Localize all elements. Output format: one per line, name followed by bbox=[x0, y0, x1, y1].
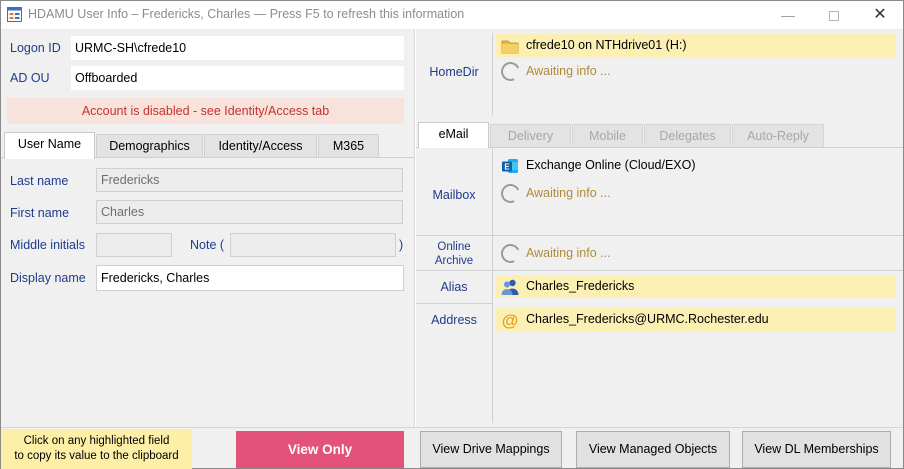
tab-delegates[interactable]: Delegates bbox=[644, 124, 731, 147]
view-managed-objects-button[interactable]: View Managed Objects bbox=[576, 431, 730, 468]
note-close-paren: ) bbox=[399, 238, 404, 252]
clipboard-hint-line2: to copy its value to the clipboard bbox=[14, 450, 179, 462]
clipboard-hint-line1: Click on any highlighted field bbox=[23, 435, 170, 447]
maximize-icon bbox=[829, 11, 839, 22]
first-name-label: First name bbox=[10, 206, 70, 220]
loading-spinner-icon bbox=[498, 241, 523, 266]
tab-mobile[interactable]: Mobile bbox=[572, 124, 643, 147]
view-dl-memberships-button[interactable]: View DL Memberships bbox=[742, 431, 891, 468]
archive-awaiting-text: Awaiting info ... bbox=[526, 246, 611, 260]
view-drive-mappings-button[interactable]: View Drive Mappings bbox=[420, 431, 562, 468]
mailbox-label: Mailbox bbox=[432, 188, 476, 202]
first-name-field: Charles bbox=[96, 200, 403, 224]
mailbox-awaiting-text: Awaiting info ... bbox=[526, 186, 611, 200]
alias-label: Alias bbox=[440, 280, 468, 294]
svg-text:@: @ bbox=[502, 311, 519, 329]
clipboard-hint: Click on any highlighted field to copy i… bbox=[1, 429, 192, 469]
exchange-icon: E bbox=[502, 159, 518, 173]
loading-spinner-icon bbox=[498, 181, 523, 206]
tab-delivery[interactable]: Delivery bbox=[490, 124, 571, 147]
at-sign-icon: @ bbox=[502, 311, 519, 329]
note-label: Note ( bbox=[190, 238, 225, 252]
resources-panel: HomeDir cfrede10 on NTHdrive01 (H:) Awai… bbox=[416, 29, 903, 427]
account-disabled-warning: Account is disabled - see Identity/Acces… bbox=[7, 98, 404, 124]
mailbox-type-field[interactable]: E Exchange Online (Cloud/EXO) bbox=[496, 154, 896, 177]
archive-status: Awaiting info ... bbox=[496, 241, 896, 266]
tab-m365[interactable]: M365 bbox=[318, 134, 379, 158]
last-name-label: Last name bbox=[10, 174, 69, 188]
archive-separator bbox=[416, 270, 903, 271]
tab-email[interactable]: eMail bbox=[418, 122, 489, 148]
note-field bbox=[230, 233, 396, 257]
address-label: Address bbox=[431, 313, 477, 327]
svg-text:E: E bbox=[504, 163, 510, 172]
tab-auto-reply[interactable]: Auto-Reply bbox=[732, 124, 824, 147]
user-info-tabs: User Name Demographics Identity/Access M… bbox=[1, 132, 414, 159]
ad-ou-label: AD OU bbox=[10, 71, 50, 85]
alias-text: Charles_Fredericks bbox=[526, 279, 635, 293]
title-bar: HDAMU User Info – Fredericks, Charles — … bbox=[1, 1, 903, 29]
last-name-field: Fredericks bbox=[96, 168, 403, 192]
tab-identity-access[interactable]: Identity/Access bbox=[204, 134, 317, 158]
email-details: Mailbox E Exchange Online (Cloud/EXO) Aw… bbox=[416, 148, 903, 427]
ad-ou-field[interactable]: Offboarded bbox=[71, 66, 404, 90]
homedir-drive-text: cfrede10 on NTHdrive01 (H:) bbox=[526, 38, 687, 52]
people-icon bbox=[501, 279, 519, 295]
account-panel: Logon ID URMC-SH\cfrede10 AD OU Offboard… bbox=[1, 29, 414, 427]
bottom-bar: Click on any highlighted field to copy i… bbox=[1, 427, 903, 469]
online-archive-label-line1: Online bbox=[437, 241, 471, 253]
logon-id-field[interactable]: URMC-SH\cfrede10 bbox=[71, 36, 404, 60]
alias-separator bbox=[416, 303, 492, 304]
loading-spinner-icon bbox=[498, 59, 523, 84]
folder-icon bbox=[501, 40, 519, 54]
view-only-button[interactable]: View Only bbox=[236, 431, 404, 468]
mailbox-type-text: Exchange Online (Cloud/EXO) bbox=[526, 158, 696, 172]
tab-demographics[interactable]: Demographics bbox=[96, 134, 203, 158]
mailbox-separator bbox=[416, 235, 903, 236]
online-archive-label-line2: Archive bbox=[434, 255, 474, 267]
alias-field[interactable]: Charles_Fredericks bbox=[496, 275, 896, 298]
address-field[interactable]: @ Charles_Fredericks@URMC.Rochester.edu bbox=[496, 308, 896, 331]
address-text: Charles_Fredericks@URMC.Rochester.edu bbox=[526, 312, 769, 326]
mailbox-status: Awaiting info ... bbox=[496, 181, 896, 206]
homedir-divider bbox=[492, 33, 493, 115]
maximize-button[interactable] bbox=[811, 1, 857, 29]
display-name-field[interactable]: Fredericks, Charles bbox=[96, 265, 404, 291]
homedir-label: HomeDir bbox=[429, 65, 479, 79]
homedir-awaiting-text: Awaiting info ... bbox=[526, 64, 611, 78]
homedir-status: Awaiting info ... bbox=[496, 59, 896, 84]
close-button[interactable]: ✕ bbox=[857, 1, 903, 29]
email-label-divider bbox=[492, 148, 493, 423]
middle-initials-field bbox=[96, 233, 172, 257]
online-archive-label: Online Archive bbox=[416, 240, 492, 268]
logon-id-label: Logon ID bbox=[10, 41, 61, 55]
display-name-label: Display name bbox=[10, 271, 86, 285]
homedir-drive-field[interactable]: cfrede10 on NTHdrive01 (H:) bbox=[496, 34, 896, 57]
app-window-icon bbox=[7, 7, 22, 22]
minimize-button[interactable]: — bbox=[765, 1, 811, 29]
app-window: HDAMU User Info – Fredericks, Charles — … bbox=[0, 0, 904, 469]
tab-user-name[interactable]: User Name bbox=[4, 132, 95, 159]
window-title: HDAMU User Info – Fredericks, Charles — … bbox=[28, 7, 465, 21]
middle-initials-label: Middle initials bbox=[10, 238, 86, 252]
